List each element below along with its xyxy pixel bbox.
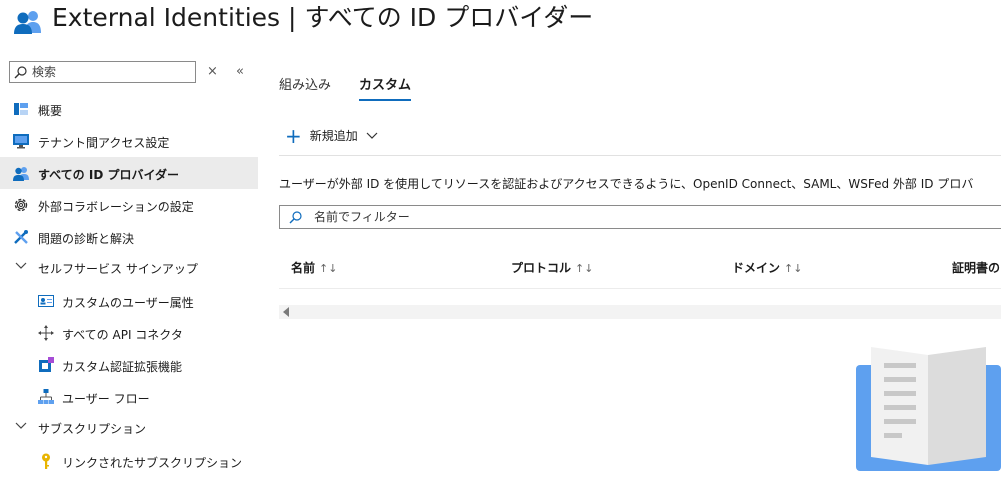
- sidebar-item-cross-tenant-access[interactable]: テナント間アクセス設定: [0, 125, 258, 157]
- column-header-name[interactable]: 名前 ↑↓: [291, 259, 337, 276]
- gear-icon: [14, 198, 28, 212]
- sidebar-item-label: カスタムのユーザー属性: [62, 296, 194, 310]
- clear-search-button[interactable]: ×: [207, 64, 218, 79]
- sidebar-item-user-flows[interactable]: ユーザー フロー: [0, 381, 258, 413]
- plus-icon: +: [285, 123, 302, 148]
- sort-icon: ↑↓: [784, 262, 803, 275]
- column-label: 証明書の: [952, 261, 1001, 275]
- sidebar-item-label: テナント間アクセス設定: [38, 136, 170, 150]
- column-header-certificate[interactable]: 証明書の: [952, 259, 1000, 276]
- column-header-protocol[interactable]: プロトコル ↑↓: [511, 259, 593, 276]
- monitor-icon: [13, 134, 29, 149]
- sidebar-group-self-service-signup[interactable]: セルフサービス サインアップ: [0, 251, 258, 283]
- tab-builtin[interactable]: 組み込み: [279, 74, 331, 99]
- filter-box[interactable]: [279, 205, 1001, 229]
- user-card-icon: [38, 295, 54, 307]
- sidebar-search[interactable]: [9, 61, 196, 83]
- sidebar-group-subscriptions[interactable]: サブスクリプション: [0, 411, 258, 443]
- description-text: ユーザーが外部 ID を使用してリソースを認証およびアクセスできるように、Ope…: [279, 177, 974, 191]
- sidebar-item-label: 問題の診断と解決: [38, 232, 135, 246]
- sidebar-group-label: サブスクリプション: [38, 422, 147, 436]
- app-name: External Identities: [52, 3, 281, 32]
- search-input[interactable]: [32, 63, 192, 81]
- new-add-label: 新規追加: [309, 129, 358, 143]
- command-bar-divider: [279, 155, 1001, 156]
- sidebar-item-api-connectors[interactable]: すべての API コネクタ: [0, 317, 258, 349]
- sidebar-group-label: セルフサービス サインアップ: [38, 262, 198, 276]
- search-icon: [14, 66, 27, 79]
- sidebar-item-label: すべての ID プロバイダー: [38, 168, 179, 182]
- connector-icon: [38, 325, 54, 341]
- sidebar-item-custom-auth-extensions[interactable]: カスタム認証拡張機能: [0, 349, 258, 381]
- sidebar-item-external-collaboration[interactable]: 外部コラボレーションの設定: [0, 189, 258, 221]
- more-options-button[interactable]: …: [549, 3, 564, 19]
- column-label: 名前: [291, 261, 316, 275]
- sidebar-item-overview[interactable]: 概要: [0, 93, 258, 125]
- sidebar-item-linked-subscriptions[interactable]: リンクされたサブスクリプション: [0, 445, 258, 477]
- sidebar-item-label: ユーザー フロー: [62, 392, 150, 406]
- new-add-button[interactable]: + 新規追加: [285, 123, 378, 148]
- sidebar-item-diagnose-solve[interactable]: 問題の診断と解決: [0, 221, 258, 253]
- search-icon: [289, 211, 302, 224]
- sidebar-item-all-identity-providers[interactable]: すべての ID プロバイダー: [0, 157, 258, 189]
- sort-icon: ↑↓: [575, 262, 594, 275]
- chevron-down-icon: [15, 422, 27, 429]
- column-header-domain[interactable]: ドメイン ↑↓: [732, 259, 802, 276]
- table-header-divider: [279, 288, 1001, 289]
- title-separator: |: [288, 3, 297, 32]
- scroll-left-icon[interactable]: [283, 307, 289, 317]
- sidebar-item-label: 外部コラボレーションの設定: [38, 200, 194, 214]
- page-title: External Identities | すべての ID プロバイダー: [52, 0, 593, 34]
- chevron-down-icon: [15, 262, 27, 269]
- chevron-down-icon: [366, 132, 378, 139]
- filter-input[interactable]: [314, 208, 914, 226]
- users-icon: [13, 167, 29, 181]
- column-label: ドメイン: [732, 261, 781, 275]
- sidebar-item-label: すべての API コネクタ: [62, 328, 183, 342]
- horizontal-scrollbar[interactable]: [279, 305, 1001, 319]
- collapse-sidebar-button[interactable]: «: [236, 64, 244, 79]
- extension-icon: [39, 357, 54, 372]
- sidebar-item-label: 概要: [38, 104, 63, 118]
- sort-icon: ↑↓: [319, 262, 338, 275]
- sidebar-item-custom-user-attributes[interactable]: カスタムのユーザー属性: [0, 285, 258, 317]
- overview-icon: [14, 103, 28, 115]
- users-icon: [14, 11, 41, 34]
- wrench-icon: [14, 230, 28, 244]
- key-icon: [42, 453, 50, 469]
- sidebar-item-label: リンクされたサブスクリプション: [62, 456, 243, 470]
- column-label: プロトコル: [511, 261, 572, 275]
- flow-icon: [38, 389, 54, 404]
- sidebar-item-label: カスタム認証拡張機能: [62, 360, 183, 374]
- empty-state-book-icon: [856, 347, 1001, 471]
- tab-custom[interactable]: カスタム: [359, 74, 412, 101]
